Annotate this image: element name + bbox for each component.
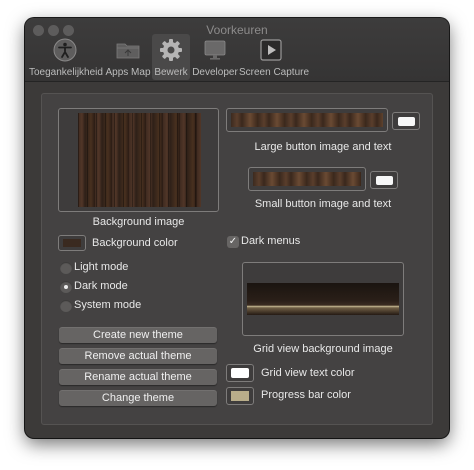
progress-bar-color-swatch <box>231 391 249 401</box>
toolbar: Voorkeuren Toegankelijkheid Apps Map Bew… <box>25 18 449 82</box>
tab-label: Bewerk <box>154 67 188 78</box>
small-button-image-well[interactable] <box>248 167 366 191</box>
tab-developer[interactable]: Developer <box>191 34 239 80</box>
tab-label: Toegankelijkheid <box>29 67 103 78</box>
rename-theme-button[interactable]: Rename actual theme <box>59 369 217 385</box>
folder-icon <box>116 43 140 59</box>
progress-bar-color-well[interactable] <box>226 387 254 405</box>
background-color-well[interactable] <box>58 235 86 251</box>
large-button-image-preview <box>231 113 383 127</box>
background-image-label: Background image <box>92 216 185 228</box>
tab-label: Developer <box>192 67 238 78</box>
grid-view-text-color-well[interactable] <box>226 364 254 382</box>
tab-bewerk[interactable]: Bewerk <box>152 34 190 80</box>
large-button-image-well[interactable] <box>226 108 388 132</box>
dark-menus-label: Dark menus <box>241 235 301 247</box>
dark-menus-checkbox[interactable]: ✓ <box>227 236 239 248</box>
large-button-label: Large button image and text <box>254 141 392 153</box>
large-button-text-color-swatch <box>398 117 415 126</box>
small-button-image-preview <box>253 172 361 186</box>
light-mode-label: Light mode <box>74 261 129 273</box>
tab-apps-map[interactable]: Apps Map <box>105 34 151 80</box>
grid-view-background-preview <box>247 283 399 315</box>
accessibility-icon <box>53 38 77 62</box>
dark-mode-label: Dark mode <box>74 280 128 292</box>
background-image-preview <box>78 113 201 207</box>
grid-view-text-color-label: Grid view text color <box>261 367 355 379</box>
system-mode-radio[interactable] <box>60 300 72 312</box>
small-button-label: Small button image and text <box>254 198 392 210</box>
gear-icon <box>160 39 182 61</box>
small-button-text-color-well[interactable] <box>370 171 398 189</box>
preferences-window: Voorkeuren Toegankelijkheid Apps Map Bew… <box>25 18 449 438</box>
remove-theme-button[interactable]: Remove actual theme <box>59 348 217 364</box>
system-mode-label: System mode <box>74 299 142 311</box>
background-image-well[interactable] <box>58 108 219 212</box>
background-color-label: Background color <box>92 237 178 249</box>
grid-view-background-label: Grid view background image <box>253 343 393 355</box>
light-mode-radio[interactable] <box>60 262 72 274</box>
grid-view-background-well[interactable] <box>242 262 404 336</box>
create-new-theme-button[interactable]: Create new theme <box>59 327 217 343</box>
large-button-text-color-well[interactable] <box>392 112 420 130</box>
tab-toegankelijkheid[interactable]: Toegankelijkheid <box>29 34 103 80</box>
small-button-text-color-swatch <box>376 176 393 185</box>
grid-view-text-color-swatch <box>231 368 249 378</box>
tab-label: Apps Map <box>105 67 151 78</box>
tab-label: Screen Capture <box>239 67 310 78</box>
dark-mode-radio[interactable] <box>60 281 72 293</box>
progress-bar-color-label: Progress bar color <box>261 389 351 401</box>
appearance-panel: Background image Large button image and … <box>41 93 433 425</box>
monitor-icon <box>204 40 226 60</box>
change-theme-button[interactable]: Change theme <box>59 390 217 406</box>
background-color-swatch <box>63 239 81 247</box>
play-icon <box>260 39 282 61</box>
tab-screen-capture[interactable]: Screen Capture <box>239 34 310 80</box>
